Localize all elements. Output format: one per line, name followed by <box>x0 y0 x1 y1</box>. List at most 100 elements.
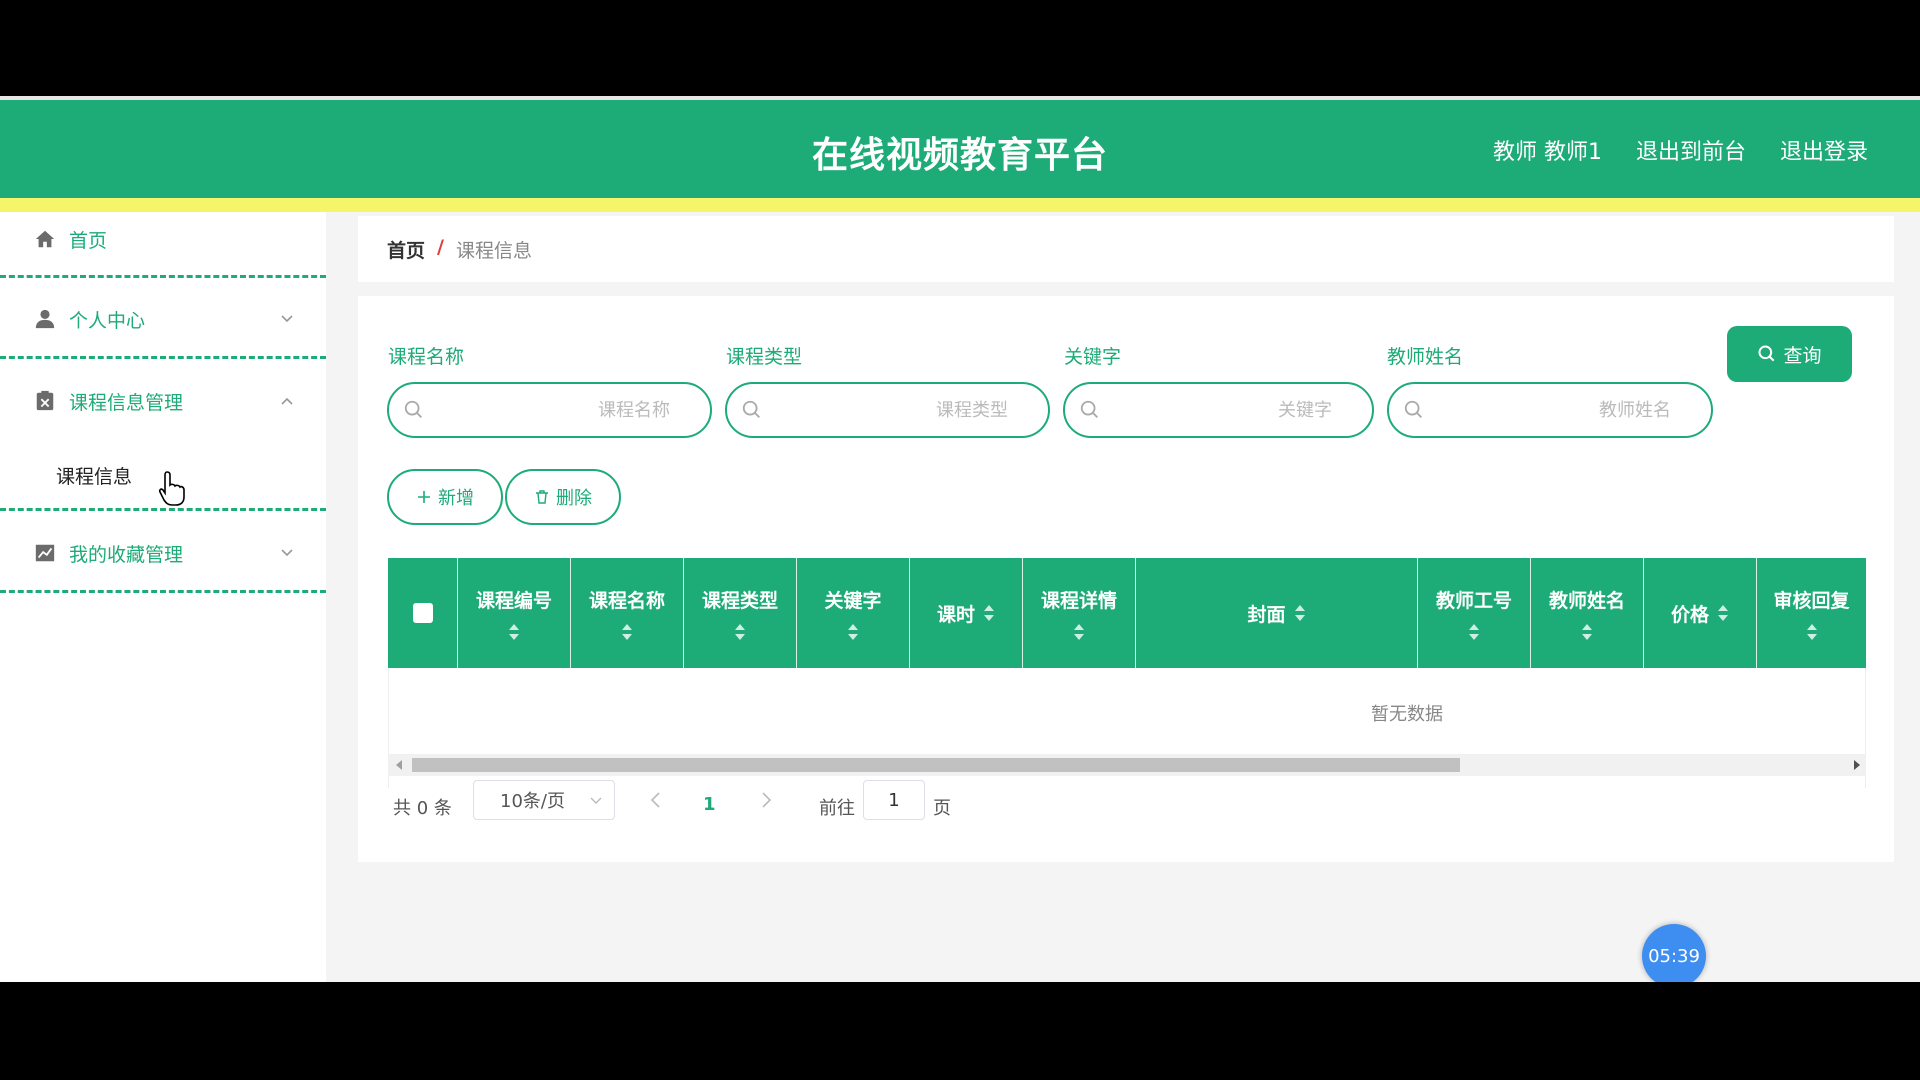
header-actions: 教师 教师1 退出到前台 退出登录 <box>1493 134 1868 166</box>
sidebar-item-course-management[interactable]: 课程信息管理 <box>0 388 326 414</box>
bottom-letterbox <box>0 982 1920 1080</box>
breadcrumb-home[interactable]: 首页 <box>387 236 425 263</box>
breadcrumb-separator: / <box>437 236 444 258</box>
exit-to-front-link[interactable]: 退出到前台 <box>1636 134 1746 166</box>
header-accent-stripe <box>0 198 1920 212</box>
column-header-label: 课程类型 <box>701 589 778 612</box>
sort-icon[interactable] <box>1073 623 1085 641</box>
chart-icon <box>35 544 55 562</box>
sidebar-item-label: 我的收藏管理 <box>69 543 184 566</box>
column-header[interactable]: 价格 <box>1644 558 1757 668</box>
sidebar-item-label: 首页 <box>69 229 108 252</box>
sort-icon[interactable] <box>1468 623 1480 641</box>
sort-icon[interactable] <box>983 604 995 622</box>
breadcrumb-current: 课程信息 <box>455 240 532 262</box>
column-header-label: 价格 <box>1670 603 1709 626</box>
column-header[interactable]: 课程名称 <box>571 558 684 668</box>
teacher-name-label: 教师姓名 <box>1387 346 1464 368</box>
sidebar-divider <box>0 590 326 593</box>
column-header[interactable]: 教师工号 <box>1418 558 1531 668</box>
empty-state-text: 暂无数据 <box>1371 704 1443 725</box>
page-size-value: 10条/页 <box>500 791 565 812</box>
sort-icon[interactable] <box>1806 623 1818 641</box>
course-name-field <box>387 382 712 438</box>
course-name-input[interactable] <box>429 394 670 426</box>
chevron-down-icon <box>281 315 293 323</box>
keyword-label: 关键字 <box>1064 346 1122 368</box>
course-name-label: 课程名称 <box>388 346 465 368</box>
delete-button-label: 删除 <box>556 488 592 509</box>
hand-cursor-icon <box>158 471 185 506</box>
column-header-label: 教师工号 <box>1435 589 1512 612</box>
logout-link[interactable]: 退出登录 <box>1780 134 1868 166</box>
keyword-input[interactable] <box>1105 394 1332 426</box>
next-page-icon[interactable] <box>759 791 773 809</box>
breadcrumb: 首页 / 课程信息 <box>387 236 532 263</box>
sort-icon[interactable] <box>621 623 633 641</box>
column-header[interactable]: 教师姓名 <box>1531 558 1644 668</box>
sort-icon[interactable] <box>1294 604 1306 622</box>
teacher-name-input[interactable] <box>1429 394 1671 426</box>
goto-label: 前往 <box>819 798 855 819</box>
query-button[interactable]: 查询 <box>1727 326 1852 382</box>
scrollbar-thumb[interactable] <box>412 758 1460 772</box>
scroll-right-icon[interactable] <box>1852 759 1862 771</box>
select-all-checkbox[interactable] <box>412 603 433 623</box>
course-type-input[interactable] <box>767 394 1008 426</box>
home-icon <box>35 230 55 248</box>
column-header[interactable]: 关键字 <box>797 558 910 668</box>
sidebar-divider <box>0 508 326 511</box>
sort-icon[interactable] <box>1717 604 1729 622</box>
current-user-label: 教师 教师1 <box>1492 140 1602 165</box>
prev-page-icon[interactable] <box>649 791 663 809</box>
column-header-label: 审核回复 <box>1773 589 1850 612</box>
sort-icon[interactable] <box>734 623 746 641</box>
total-count: 共 0 条 <box>393 798 452 819</box>
page-size-select[interactable]: 10条/页 <box>473 780 615 820</box>
column-header[interactable]: 课程类型 <box>684 558 797 668</box>
column-header-label: 课程详情 <box>1040 589 1117 612</box>
column-header-label: 教师姓名 <box>1548 589 1625 612</box>
scroll-left-icon[interactable] <box>394 759 404 771</box>
sort-icon[interactable] <box>508 623 520 641</box>
sidebar-item-personal-center[interactable]: 个人中心 <box>0 306 326 332</box>
column-header[interactable]: 封面 <box>1136 558 1418 668</box>
column-header[interactable]: 课时 <box>910 558 1023 668</box>
page-suffix: 页 <box>933 798 951 819</box>
add-button-label: 新增 <box>438 488 474 509</box>
chevron-down-icon <box>590 797 602 804</box>
horizontal-scrollbar[interactable] <box>388 754 1866 776</box>
teacher-name-field <box>1387 382 1713 438</box>
column-header-label: 课程名称 <box>588 589 665 612</box>
delete-button[interactable]: 删除 <box>505 469 621 525</box>
breadcrumb-card <box>358 216 1894 282</box>
sidebar-divider <box>0 356 326 359</box>
search-icon <box>1404 400 1422 418</box>
search-icon <box>742 400 760 418</box>
sidebar-item-label: 个人中心 <box>69 309 146 332</box>
keyword-field <box>1063 382 1374 438</box>
column-header-label: 封面 <box>1247 603 1286 626</box>
sidebar-item-home[interactable]: 首页 <box>0 226 326 252</box>
add-button[interactable]: 新增 <box>387 469 503 525</box>
sidebar-subitem-course-info[interactable]: 课程信息 <box>56 462 132 489</box>
user-icon <box>35 309 55 329</box>
sidebar-item-favorites-management[interactable]: 我的收藏管理 <box>0 540 326 566</box>
goto-page-input[interactable] <box>863 780 925 820</box>
page-number[interactable]: 1 <box>703 794 716 815</box>
sort-icon[interactable] <box>1581 623 1593 641</box>
chevron-up-icon <box>281 397 293 405</box>
column-header-label: 课时 <box>936 603 975 626</box>
search-icon <box>1080 400 1098 418</box>
sort-icon[interactable] <box>847 623 859 641</box>
sidebar-item-label: 课程信息管理 <box>69 391 184 414</box>
column-header[interactable]: 审核回复 <box>1757 558 1866 668</box>
recording-timer-badge: 05:39 <box>1642 924 1706 988</box>
column-header[interactable]: 课程编号 <box>458 558 571 668</box>
column-header[interactable]: 课程详情 <box>1023 558 1136 668</box>
plus-icon <box>418 491 430 503</box>
clipboard-icon <box>36 390 54 411</box>
query-button-label: 查询 <box>1783 344 1822 367</box>
select-all-header <box>388 558 458 668</box>
search-icon <box>404 400 422 418</box>
